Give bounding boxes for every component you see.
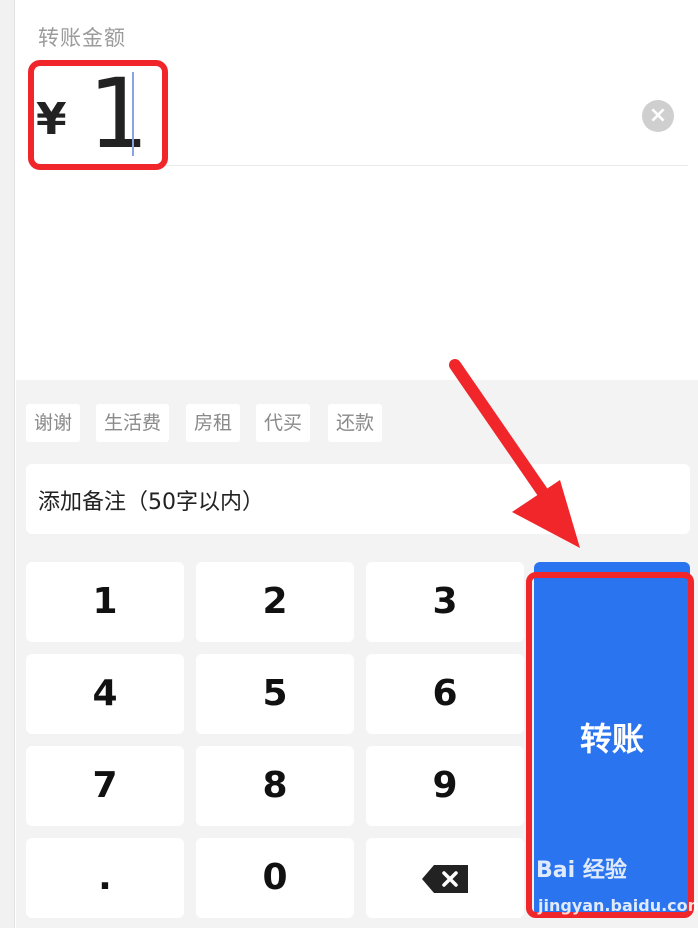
amount-highlight-box [28,60,168,170]
remark-placeholder: 添加备注（50字以内） [38,490,264,515]
key-backspace[interactable] [366,838,524,918]
left-edge-divider [0,0,15,928]
key-9[interactable]: 9 [366,746,524,826]
key-4[interactable]: 4 [26,654,184,734]
key-6[interactable]: 6 [366,654,524,734]
transfer-screen: 转账金额 ¥ 1 × 谢谢 生活费 房租 代买 还款 添加备注（50字以内） 1… [0,0,698,928]
amount-section: 转账金额 ¥ 1 × [16,0,698,380]
key-1[interactable]: 1 [26,562,184,642]
key-2[interactable]: 2 [196,562,354,642]
clear-icon[interactable]: × [642,100,674,132]
quick-tag-living-expenses[interactable]: 生活费 [96,404,170,442]
quick-tag-thanks[interactable]: 谢谢 [26,404,81,442]
key-8[interactable]: 8 [196,746,354,826]
backspace-icon [422,865,468,893]
watermark-url: jingyan.baidu.com [538,896,698,915]
watermark-brand: Bai 经验 [536,858,627,883]
keyboard-section: 谢谢 生活费 房租 代买 还款 添加备注（50字以内） 1 2 3 4 5 6 … [16,380,698,928]
amount-label: 转账金额 [38,26,126,50]
key-0[interactable]: 0 [196,838,354,918]
remark-input[interactable]: 添加备注（50字以内） [26,464,690,534]
quick-tag-rent[interactable]: 房租 [186,404,241,442]
key-decimal[interactable]: . [26,838,184,918]
quick-tag-purchase[interactable]: 代买 [256,404,311,442]
key-3[interactable]: 3 [366,562,524,642]
key-7[interactable]: 7 [26,746,184,826]
quick-tag-repayment[interactable]: 还款 [328,404,383,442]
key-5[interactable]: 5 [196,654,354,734]
